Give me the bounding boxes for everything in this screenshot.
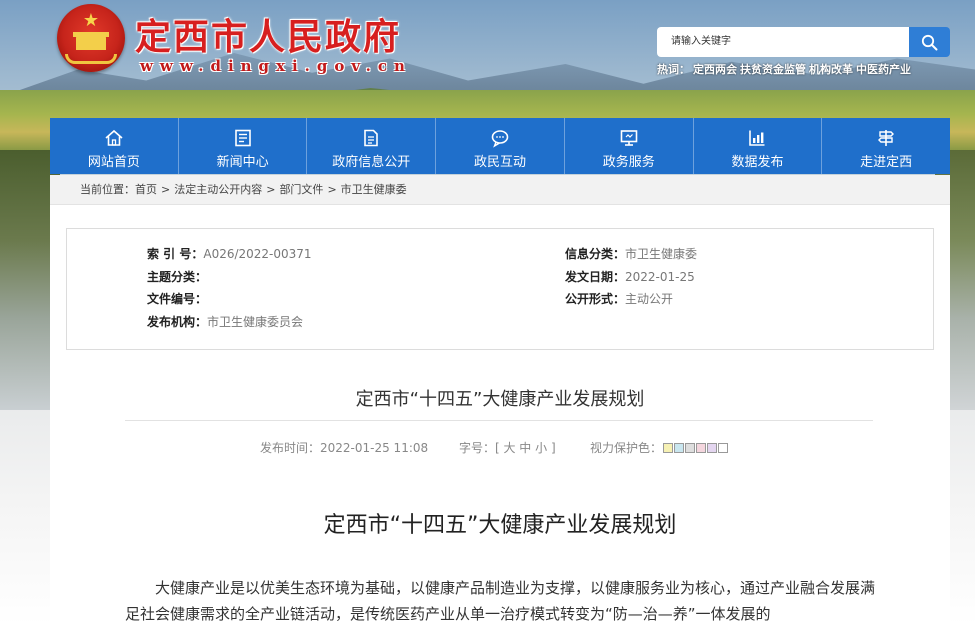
font-size-switch[interactable]: 字号：[ 大 中 小 ] [459,439,556,456]
monitor-icon [620,130,638,146]
breadcrumb-separator: > [266,183,276,196]
nav-item-label: 政民互动 [474,155,527,170]
article-title: 定西市“十四五”大健康产业发展规划 [355,389,645,410]
eye-protect-label: 视力保护色： [590,441,663,455]
nav-item-interaction[interactable]: 政民互动 [436,118,565,174]
site-url: www.dingxi.gov.cn [140,57,412,75]
hot-word-link[interactable]: 扶贫资金监管 [740,63,806,76]
nav-item-home[interactable]: 网站首页 [50,118,179,174]
meta-label: 发布机构： [147,315,208,329]
nav-item-gov-info[interactable]: 政府信息公开 [307,118,437,174]
hot-words-label: 热词： [657,63,690,76]
breadcrumb-separator: > [161,183,171,196]
meta-form: 公开形式：主动公开 [565,290,673,307]
meta-label: 信息分类： [565,247,626,261]
breadcrumb-prefix: 当前位置： [80,183,135,196]
meta-category: 信息分类：市卫生健康委 [565,245,697,262]
nav-item-label: 走进定西 [860,155,913,170]
color-swatch[interactable] [663,442,674,453]
breadcrumb-link[interactable]: 首页 [135,183,157,196]
nav-item-news[interactable]: 新闻中心 [179,118,308,174]
nav-item-services[interactable]: 政务服务 [565,118,694,174]
breadcrumb-link[interactable]: 部门文件 [279,183,323,196]
article-body: 大健康产业是以优美生态环境为基础，以健康产品制造业为支撑，以健康服务业为核心，通… [125,579,876,623]
meta-index: 索 引 号：A026/2022-00371 [147,245,312,262]
meta-date: 发文日期：2022-01-25 [565,268,695,285]
nav-item-label: 数据发布 [731,155,784,170]
meta-label: 索 引 号： [147,247,204,261]
home-icon [105,129,123,146]
breadcrumb-separator: > [327,183,337,196]
meta-value: 2022-01-25 [625,270,695,284]
nav-item-label: 政务服务 [602,155,655,170]
document-meta-box: 索 引 号：A026/2022-00371 主题分类： 文件编号： 发布机构：市… [66,228,934,350]
signpost-icon [878,130,895,146]
site-title[interactable]: 定西市人民政府 [135,8,401,60]
nav-item-about[interactable]: 走进定西 [822,118,950,174]
meta-label: 主题分类： [147,270,208,284]
wheat-icon [65,54,117,64]
hot-word-link[interactable]: 中医药产业 [856,63,911,76]
search-button[interactable] [909,27,950,57]
color-swatch[interactable] [707,442,718,453]
breadcrumb-link[interactable]: 法定主动公开内容 [174,183,262,196]
nav-item-label: 网站首页 [87,155,140,170]
meta-label: 发文日期： [565,270,626,284]
news-icon [234,129,251,147]
color-swatch[interactable] [718,442,729,453]
main-nav: 网站首页 新闻中心 政府信息公开 政民互动 政务服务 数据发布 走进定西 [50,118,950,174]
publish-time: 发布时间：2022-01-25 11:08 [260,441,429,455]
search-icon [921,34,938,51]
meta-org: 发布机构：市卫生健康委员会 [147,313,303,330]
hot-word-link[interactable]: 定西两会 [693,63,737,76]
chart-icon [749,130,765,146]
meta-label: 文件编号： [147,292,208,306]
hot-words: 热词： 定西两会 扶贫资金监管 机构改革 中医药产业 [657,61,914,77]
color-swatch[interactable] [674,442,685,453]
meta-value: A026/2022-00371 [203,247,312,261]
national-emblem-logo[interactable]: ★ [57,4,125,72]
color-swatch[interactable] [696,442,707,453]
color-swatch[interactable] [685,442,696,453]
nav-item-data[interactable]: 数据发布 [694,118,823,174]
meta-label: 公开形式： [565,292,626,306]
article-heading: 定西市“十四五”大健康产业发展规划 [323,513,677,538]
gate-icon [73,32,109,50]
chat-icon [491,130,509,148]
content-panel: 当前位置：首页 > 法定主动公开内容 > 部门文件 > 市卫生健康委 索 引 号：A026/… [50,175,950,625]
meta-docno: 文件编号： [147,290,207,307]
breadcrumb-link[interactable]: 市卫生健康委 [341,183,407,196]
search-input[interactable]: 请输入关键字 [657,27,909,57]
nav-item-label: 新闻中心 [216,155,269,170]
meta-topic: 主题分类： [147,268,207,285]
meta-value: 市卫生健康委员会 [207,315,304,329]
eye-protect-colors: 视力保护色： [590,439,729,456]
nav-item-label: 政府信息公开 [332,155,411,170]
star-icon: ★ [82,10,100,31]
meta-value: 主动公开 [625,292,674,306]
document-icon [364,129,379,147]
meta-value: 市卫生健康委 [625,247,698,261]
hot-word-link[interactable]: 机构改革 [809,63,853,76]
breadcrumb: 当前位置：首页 > 法定主动公开内容 > 部门文件 > 市卫生健康委 [50,175,950,205]
divider [125,420,873,421]
